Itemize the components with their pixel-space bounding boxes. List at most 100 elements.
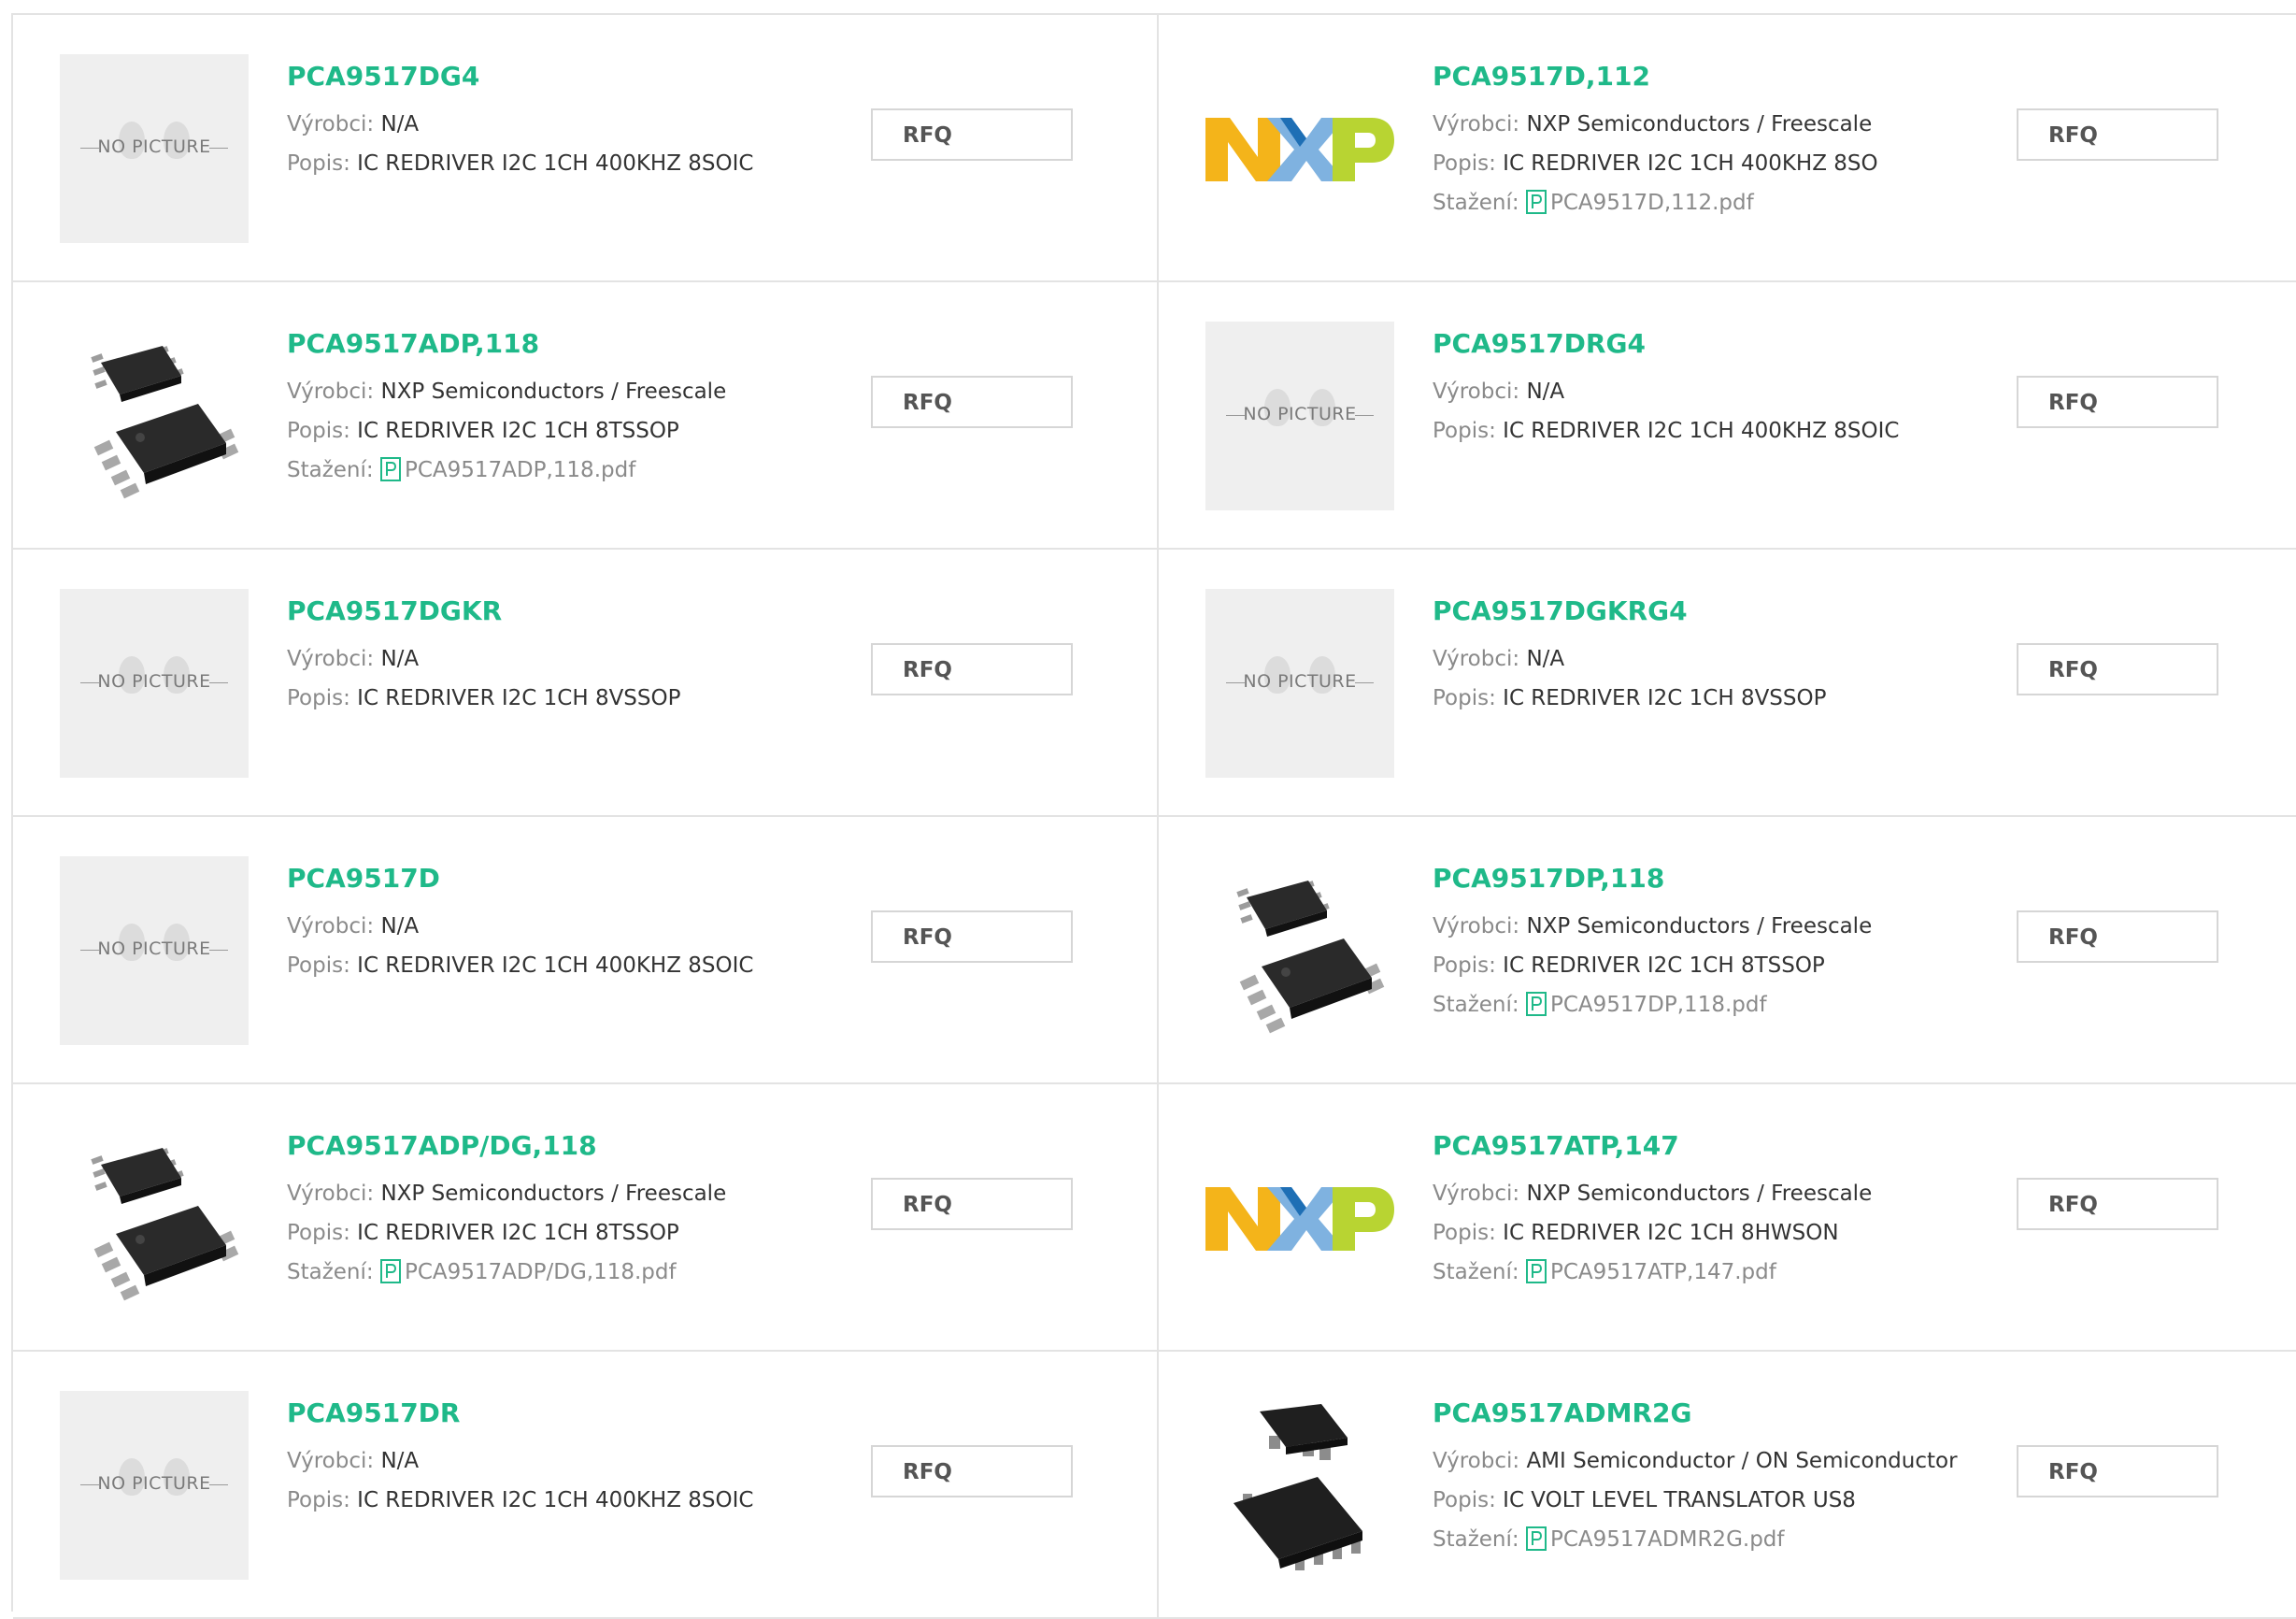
no-picture-label: NO PICTURE xyxy=(97,671,211,692)
description-row: Popis: IC REDRIVER I2C 1CH 8TSSOP xyxy=(287,411,848,451)
chip-package-image xyxy=(1205,856,1394,1045)
description-row: Popis: IC REDRIVER I2C 1CH 400KHZ 8SOIC xyxy=(1433,411,1993,451)
manufacturer-label: Výrobci: xyxy=(1433,112,1520,136)
download-row: Stažení: PCA9517ATP,147.pdf xyxy=(1433,1253,1993,1292)
nxp-logo-icon xyxy=(1205,1124,1394,1312)
manufacturer-value: N/A xyxy=(380,647,420,671)
description-value: IC REDRIVER I2C 1CH 8TSSOP xyxy=(357,1221,679,1245)
description-label: Popis: xyxy=(287,151,350,176)
rfq-button[interactable]: RFQ xyxy=(871,910,1073,963)
manufacturer-label: Výrobci: xyxy=(287,647,375,671)
download-label: Stažení: xyxy=(287,1260,374,1284)
pdf-icon xyxy=(1525,1259,1547,1283)
rfq-button[interactable]: RFQ xyxy=(2017,376,2218,428)
rfq-button[interactable]: RFQ xyxy=(2017,910,2218,963)
description-row: Popis: IC REDRIVER I2C 1CH 8VSSOP xyxy=(1433,679,1993,718)
manufacturer-row: Výrobci: NXP Semiconductors / Freescale xyxy=(1433,105,1993,144)
product-info: PCA9517ADP/DG,118 Výrobci: NXP Semiconduc… xyxy=(287,1127,848,1292)
rfq-button[interactable]: RFQ xyxy=(2017,643,2218,695)
manufacturer-label: Výrobci: xyxy=(287,112,375,136)
no-picture-placeholder: NO PICTURE xyxy=(60,589,249,778)
product-info: PCA9517ATP,147 Výrobci: NXP Semiconductor… xyxy=(1433,1127,1993,1292)
description-label: Popis: xyxy=(1433,1488,1496,1512)
product-part-link[interactable]: PCA9517DR xyxy=(287,1395,848,1432)
product-part-link[interactable]: PCA9517D xyxy=(287,860,848,897)
rfq-button[interactable]: RFQ xyxy=(2017,1445,2218,1497)
no-picture-label: NO PICTURE xyxy=(97,938,211,959)
manufacturer-value: NXP Semiconductors / Freescale xyxy=(380,1182,727,1206)
product-part-link[interactable]: PCA9517DGKRG4 xyxy=(1433,593,1993,630)
pdf-filename: PCA9517ADMR2G.pdf xyxy=(1549,1527,1785,1552)
pdf-icon xyxy=(1525,1526,1547,1551)
description-row: Popis: IC REDRIVER I2C 1CH 8TSSOP xyxy=(287,1213,848,1253)
manufacturer-value: AMI Semiconductor / ON Semiconductor xyxy=(1526,1449,1958,1473)
pdf-download-link[interactable]: PCA9517ADMR2G.pdf xyxy=(1525,1526,1785,1552)
rfq-button[interactable]: RFQ xyxy=(2017,108,2218,161)
product-part-link[interactable]: PCA9517ATP,147 xyxy=(1433,1127,1993,1165)
product-card: NO PICTURE PCA9517DR Výrobci: N/A Popis: I… xyxy=(13,1352,1159,1619)
description-label: Popis: xyxy=(287,419,350,443)
rfq-button[interactable]: RFQ xyxy=(871,376,1073,428)
description-value: IC REDRIVER I2C 1CH 400KHZ 8SOIC xyxy=(357,953,754,978)
manufacturer-label: Výrobci: xyxy=(1433,1182,1520,1206)
product-card: PCA9517ADP/DG,118 Výrobci: NXP Semiconduc… xyxy=(13,1084,1159,1352)
description-value: IC REDRIVER I2C 1CH 8VSSOP xyxy=(357,686,681,710)
rfq-button[interactable]: RFQ xyxy=(871,643,1073,695)
product-part-link[interactable]: PCA9517ADMR2G xyxy=(1433,1395,1993,1432)
description-label: Popis: xyxy=(1433,419,1496,443)
product-info: PCA9517D,112 Výrobci: NXP Semiconductors … xyxy=(1433,58,1993,222)
description-value: IC REDRIVER I2C 1CH 8TSSOP xyxy=(1503,953,1825,978)
product-card: PCA9517ATP,147 Výrobci: NXP Semiconductor… xyxy=(1159,1084,2296,1352)
manufacturer-value: N/A xyxy=(1526,647,1565,671)
manufacturer-value: NXP Semiconductors / Freescale xyxy=(1526,112,1873,136)
manufacturer-row: Výrobci: NXP Semiconductors / Freescale xyxy=(287,1174,848,1213)
product-part-link[interactable]: PCA9517DGKR xyxy=(287,593,848,630)
manufacturer-value: NXP Semiconductors / Freescale xyxy=(1526,914,1873,938)
manufacturer-label: Výrobci: xyxy=(287,1449,375,1473)
description-label: Popis: xyxy=(287,1221,350,1245)
description-label: Popis: xyxy=(287,1488,350,1512)
product-part-link[interactable]: PCA9517DP,118 xyxy=(1433,860,1993,897)
no-picture-placeholder: NO PICTURE xyxy=(60,1391,249,1580)
pdf-download-link[interactable]: PCA9517DP,118.pdf xyxy=(1525,992,1767,1017)
nxp-logo-icon xyxy=(1205,54,1394,243)
manufacturer-row: Výrobci: N/A xyxy=(287,1441,848,1481)
product-card: NO PICTURE PCA9517DGKR Výrobci: N/A Popis:… xyxy=(13,550,1159,817)
manufacturer-row: Výrobci: NXP Semiconductors / Freescale xyxy=(1433,1174,1993,1213)
pdf-icon xyxy=(379,1259,401,1283)
rfq-button[interactable]: RFQ xyxy=(871,1178,1073,1230)
rfq-button[interactable]: RFQ xyxy=(871,108,1073,161)
pdf-icon xyxy=(1525,992,1547,1016)
manufacturer-value: N/A xyxy=(380,112,420,136)
download-label: Stažení: xyxy=(1433,1527,1519,1552)
pdf-icon xyxy=(1525,190,1547,214)
product-part-link[interactable]: PCA9517DRG4 xyxy=(1433,325,1993,363)
description-value: IC REDRIVER I2C 1CH 400KHZ 8SOIC xyxy=(357,1488,754,1512)
product-part-link[interactable]: PCA9517ADP,118 xyxy=(287,325,848,363)
pdf-download-link[interactable]: PCA9517D,112.pdf xyxy=(1525,190,1754,215)
pdf-download-link[interactable]: PCA9517ADP/DG,118.pdf xyxy=(379,1259,677,1284)
product-part-link[interactable]: PCA9517DG4 xyxy=(287,58,848,95)
manufacturer-row: Výrobci: AMI Semiconductor / ON Semicond… xyxy=(1433,1441,1993,1481)
no-picture-label: NO PICTURE xyxy=(1243,404,1357,424)
product-info: PCA9517ADMR2G Výrobci: AMI Semiconductor … xyxy=(1433,1395,1993,1559)
product-info: PCA9517D Výrobci: N/A Popis: IC REDRIVER I… xyxy=(287,860,848,985)
rfq-button[interactable]: RFQ xyxy=(871,1445,1073,1497)
product-part-link[interactable]: PCA9517ADP/DG,118 xyxy=(287,1127,848,1165)
pdf-download-link[interactable]: PCA9517ATP,147.pdf xyxy=(1525,1259,1776,1284)
manufacturer-value: NXP Semiconductors / Freescale xyxy=(380,380,727,404)
manufacturer-row: Výrobci: N/A xyxy=(1433,639,1993,679)
product-card: NO PICTURE PCA9517DGKRG4 Výrobci: N/A Popi… xyxy=(1159,550,2296,817)
manufacturer-row: Výrobci: N/A xyxy=(287,639,848,679)
pdf-download-link[interactable]: PCA9517ADP,118.pdf xyxy=(379,457,635,482)
rfq-button[interactable]: RFQ xyxy=(2017,1178,2218,1230)
product-card: NO PICTURE PCA9517D Výrobci: N/A Popis: IC… xyxy=(13,817,1159,1084)
product-info: PCA9517DR Výrobci: N/A Popis: IC REDRIVER … xyxy=(287,1395,848,1520)
description-label: Popis: xyxy=(1433,686,1496,710)
description-value: IC REDRIVER I2C 1CH 8HWSON xyxy=(1503,1221,1839,1245)
product-info: PCA9517DRG4 Výrobci: N/A Popis: IC REDRIVE… xyxy=(1433,325,1993,451)
description-value: IC REDRIVER I2C 1CH 8TSSOP xyxy=(357,419,679,443)
manufacturer-value: N/A xyxy=(1526,380,1565,404)
product-part-link[interactable]: PCA9517D,112 xyxy=(1433,58,1993,95)
download-label: Stažení: xyxy=(1433,993,1519,1017)
